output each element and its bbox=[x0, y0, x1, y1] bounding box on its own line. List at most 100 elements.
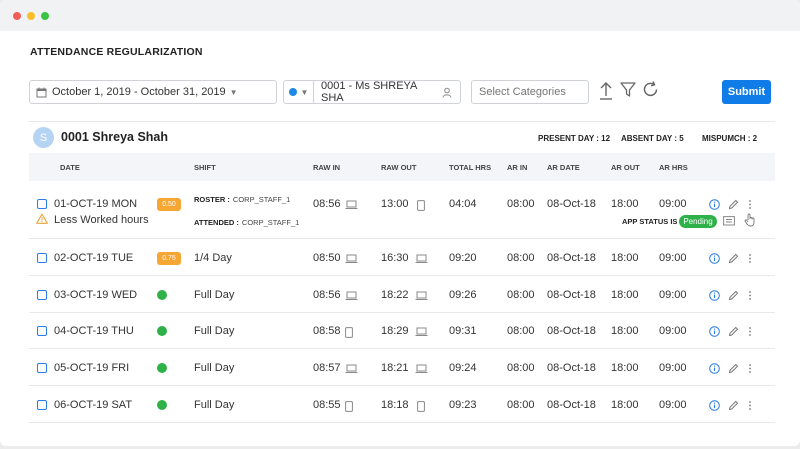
caret-down-icon: ▼ bbox=[300, 87, 309, 97]
row-date: 01-OCT-19 MON bbox=[54, 198, 138, 210]
attended-info: ATTENDED : CORP_STAFF_1 bbox=[194, 216, 299, 228]
more-options-icon[interactable] bbox=[748, 290, 752, 304]
row-ar-date: 08-Oct-18 bbox=[547, 362, 596, 374]
row-shift: Full Day bbox=[194, 362, 235, 374]
row-ar-hrs: 09:00 bbox=[659, 362, 687, 374]
row-raw-out: 18:29 bbox=[381, 325, 409, 337]
more-options-icon[interactable] bbox=[748, 363, 752, 377]
row-ar-in: 08:00 bbox=[507, 362, 535, 374]
column-header-ar-date: AR DATE bbox=[547, 163, 580, 172]
row-total-hrs: 09:31 bbox=[449, 325, 477, 337]
row-ar-date: 08-Oct-18 bbox=[547, 198, 596, 210]
date-range-picker[interactable]: October 1, 2019 - October 31, 2019 ▼ bbox=[29, 80, 277, 104]
info-icon[interactable] bbox=[709, 326, 720, 340]
row-total-hrs: 09:24 bbox=[449, 362, 477, 374]
more-options-icon[interactable] bbox=[748, 253, 752, 267]
edit-icon[interactable] bbox=[728, 199, 739, 213]
laptop-icon bbox=[415, 291, 428, 304]
row-ar-date: 08-Oct-18 bbox=[547, 289, 596, 301]
column-header-raw-out: RAW OUT bbox=[381, 163, 417, 172]
hand-pointer-icon bbox=[744, 213, 755, 227]
employee-selector[interactable]: ▼ 0001 - Ms SHREYA SHA bbox=[283, 80, 461, 104]
row-checkbox[interactable] bbox=[37, 290, 47, 300]
row-checkbox[interactable] bbox=[37, 363, 47, 373]
info-icon[interactable] bbox=[709, 290, 720, 304]
attended-label: ATTENDED : bbox=[194, 218, 239, 227]
present-dot-icon bbox=[157, 363, 167, 373]
maximize-window-button[interactable] bbox=[41, 12, 49, 20]
row-ar-in: 08:00 bbox=[507, 399, 535, 411]
info-icon[interactable] bbox=[709, 199, 720, 213]
row-divider bbox=[29, 312, 775, 313]
row-ar-date: 08-Oct-18 bbox=[547, 252, 596, 264]
row-checkbox[interactable] bbox=[37, 400, 47, 410]
edit-icon[interactable] bbox=[728, 363, 739, 377]
row-ar-out: 18:00 bbox=[611, 325, 639, 337]
row-total-hrs: 09:20 bbox=[449, 252, 477, 264]
close-window-button[interactable] bbox=[13, 12, 21, 20]
submit-button[interactable]: Submit bbox=[722, 80, 771, 104]
categories-select[interactable] bbox=[471, 80, 589, 104]
row-raw-in: 08:56 bbox=[313, 198, 341, 210]
date-range-value: October 1, 2019 - October 31, 2019 bbox=[52, 86, 226, 98]
edit-icon[interactable] bbox=[728, 326, 739, 340]
row-shift: Full Day bbox=[194, 325, 235, 337]
avatar: S bbox=[33, 127, 54, 148]
info-icon[interactable] bbox=[709, 253, 720, 267]
column-header-raw-in: RAW IN bbox=[313, 163, 341, 172]
comment-icon[interactable] bbox=[723, 216, 735, 227]
row-raw-out: 18:18 bbox=[381, 399, 409, 411]
laptop-icon bbox=[415, 364, 428, 377]
row-ar-hrs: 09:00 bbox=[659, 252, 687, 264]
column-header-ar-in: AR IN bbox=[507, 163, 528, 172]
calendar-icon bbox=[36, 87, 47, 97]
row-shift: Full Day bbox=[194, 399, 235, 411]
row-raw-out: 18:21 bbox=[381, 362, 409, 374]
page-title: ATTENDANCE REGULARIZATION bbox=[30, 46, 203, 58]
row-ar-out: 18:00 bbox=[611, 289, 639, 301]
row-divider bbox=[29, 275, 775, 276]
minimize-window-button[interactable] bbox=[27, 12, 35, 20]
row-raw-in: 08:57 bbox=[313, 362, 341, 374]
refresh-icon[interactable] bbox=[641, 80, 660, 99]
edit-icon[interactable] bbox=[728, 253, 739, 267]
employee-name: 0001 Shreya Shah bbox=[61, 130, 169, 144]
row-shift: Full Day bbox=[194, 289, 235, 301]
row-ar-hrs: 09:00 bbox=[659, 198, 687, 210]
row-shift: 1/4 Day bbox=[194, 252, 232, 264]
roster-value: CORP_STAFF_1 bbox=[232, 195, 291, 204]
laptop-icon bbox=[345, 254, 358, 267]
mobile-icon bbox=[345, 327, 353, 341]
row-ar-in: 08:00 bbox=[507, 252, 535, 264]
row-ar-out: 18:00 bbox=[611, 399, 639, 411]
caret-down-icon: ▼ bbox=[229, 87, 238, 97]
employee-type-dropdown[interactable]: ▼ bbox=[284, 81, 314, 103]
filter-icon[interactable] bbox=[620, 82, 636, 98]
row-ar-hrs: 09:00 bbox=[659, 399, 687, 411]
row-checkbox[interactable] bbox=[37, 199, 47, 209]
present-day-count: PRESENT DAY : 12 bbox=[538, 134, 611, 143]
row-divider bbox=[29, 348, 775, 349]
more-options-icon[interactable] bbox=[748, 326, 752, 340]
edit-icon[interactable] bbox=[728, 400, 739, 414]
row-raw-out: 16:30 bbox=[381, 252, 409, 264]
row-date: 02-OCT-19 TUE bbox=[54, 252, 134, 264]
info-icon[interactable] bbox=[709, 400, 720, 414]
edit-icon[interactable] bbox=[728, 290, 739, 304]
row-checkbox[interactable] bbox=[37, 326, 47, 336]
more-options-icon[interactable] bbox=[748, 400, 752, 414]
info-icon[interactable] bbox=[709, 363, 720, 377]
row-checkbox[interactable] bbox=[37, 253, 47, 263]
present-dot-icon bbox=[157, 400, 167, 410]
more-options-icon[interactable] bbox=[748, 199, 752, 213]
day-fraction-badge: 0.50 bbox=[157, 198, 181, 211]
row-ar-out: 18:00 bbox=[611, 252, 639, 264]
upload-icon[interactable] bbox=[599, 81, 613, 101]
row-ar-in: 08:00 bbox=[507, 289, 535, 301]
mispunch-count: MISPUMCH : 2 bbox=[702, 134, 758, 143]
row-ar-date: 08-Oct-18 bbox=[547, 399, 596, 411]
roster-label: ROSTER : bbox=[194, 195, 230, 204]
row-total-hrs: 09:23 bbox=[449, 399, 477, 411]
divider bbox=[29, 121, 775, 122]
title-bar bbox=[0, 0, 800, 31]
